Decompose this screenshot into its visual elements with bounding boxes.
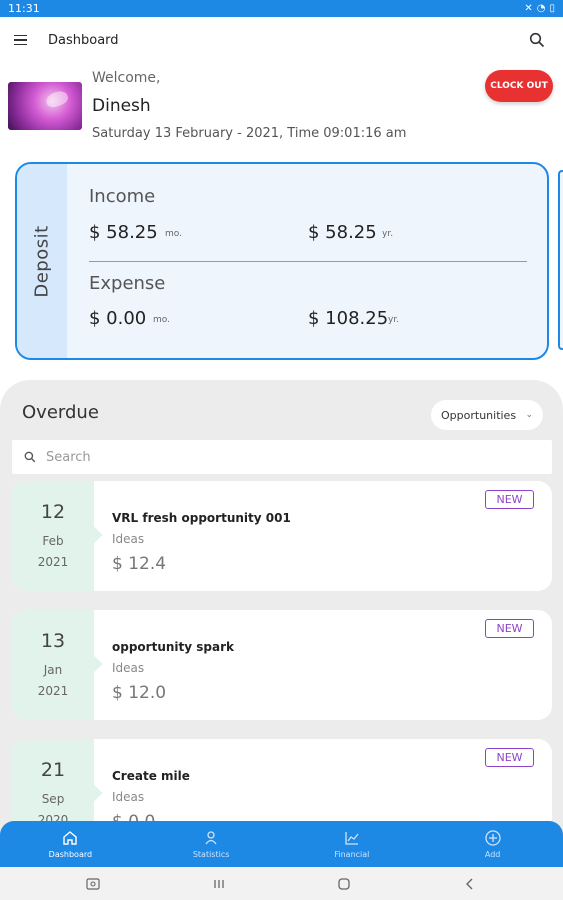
new-badge: NEW [485,748,534,767]
nav-dashboard[interactable]: Dashboard [0,821,141,867]
search-icon[interactable] [525,28,549,52]
date-block: 13 Jan 2021 [12,610,94,720]
bottom-nav: Dashboard Statistics Financial Add [0,821,563,867]
system-nav-bar [0,867,563,900]
deposit-card[interactable]: Deposit Income $ 58.25 mo. $ 58.25 yr. E… [15,162,549,360]
expense-year-value: $ 108.25 [308,308,389,329]
date-month: Feb [42,534,64,548]
list-item[interactable]: 13 Jan 2021 opportunity spark Ideas $ 12… [12,610,552,720]
item-category: Ideas [112,532,145,546]
welcome-section: Welcome, Dinesh Saturday 13 February - 2… [8,70,556,150]
chart-icon [345,832,359,845]
nav-label: Financial [334,850,370,859]
home-button-icon[interactable] [332,874,356,894]
status-bar: 11:31 ✕ ◔ ▯ [0,0,563,17]
menu-icon[interactable] [14,29,36,51]
income-month-value: $ 58.25 [89,222,158,243]
expense-year-unit: yr. [388,315,400,325]
nav-add[interactable]: Add [422,821,563,867]
current-datetime: Saturday 13 February - 2021, Time 09:01:… [92,126,407,141]
nav-label: Add [484,850,501,859]
item-title: VRL fresh opportunity 001 [112,511,291,525]
overdue-title: Overdue [22,402,99,423]
date-day: 12 [40,501,66,523]
add-icon [484,830,501,846]
list-item[interactable]: 12 Feb 2021 VRL fresh opportunity 001 Id… [12,481,552,591]
date-month: Jan [43,663,63,677]
filter-select[interactable]: Opportunities ⌄ [431,400,543,430]
date-day: 21 [40,759,66,781]
next-card-peek[interactable] [558,170,563,350]
page-title: Dashboard [48,32,119,48]
expense-month-unit: mo. [153,315,170,325]
battery-icon: ▯ [549,3,555,14]
app-bar: Dashboard [0,17,563,63]
income-month-unit: mo. [165,229,182,239]
recent-apps-icon[interactable] [207,874,231,894]
item-title: opportunity spark [112,640,234,654]
nav-label: Statistics [192,850,230,859]
item-category: Ideas [112,661,145,675]
income-year-value: $ 58.25 [308,222,377,243]
new-badge: NEW [485,619,534,638]
search-icon [24,451,36,463]
search-placeholder: Search [46,449,91,465]
search-input[interactable]: Search [12,440,552,474]
item-category: Ideas [112,790,145,804]
expense-label: Expense [89,273,166,294]
status-icons: ✕ ◔ ▯ [524,3,555,14]
date-day: 13 [40,630,66,652]
divider [89,261,527,262]
nav-statistics[interactable]: Statistics [141,821,282,867]
chevron-down-icon: ⌄ [525,410,533,420]
nav-label: Dashboard [48,850,93,859]
date-year: 2021 [37,684,69,698]
clock-out-button[interactable]: CLOCK OUT [485,70,553,102]
date-block: 12 Feb 2021 [12,481,94,591]
date-month: Sep [41,792,65,806]
item-amount: $ 12.4 [112,554,167,574]
date-year: 2021 [37,555,69,569]
deposit-label: Deposit [31,224,53,298]
welcome-label: Welcome, [92,70,161,86]
income-year-unit: yr. [382,229,394,239]
status-time: 11:31 [8,2,40,15]
mute-icon: ✕ [524,3,533,14]
user-name: Dinesh [92,96,151,116]
wifi-icon: ◔ [536,3,546,14]
filter-value: Opportunities [441,408,517,422]
income-label: Income [89,186,156,207]
screenshot-icon[interactable] [81,874,105,894]
back-icon[interactable] [458,874,482,894]
expense-month-value: $ 0.00 [89,308,147,329]
statistics-icon [205,831,217,845]
nav-financial[interactable]: Financial [282,821,423,867]
item-title: Create mile [112,769,190,783]
new-badge: NEW [485,490,534,509]
deposit-strip: Deposit [17,164,67,358]
avatar [8,82,82,130]
home-icon [63,831,78,845]
item-amount: $ 12.0 [112,683,167,703]
